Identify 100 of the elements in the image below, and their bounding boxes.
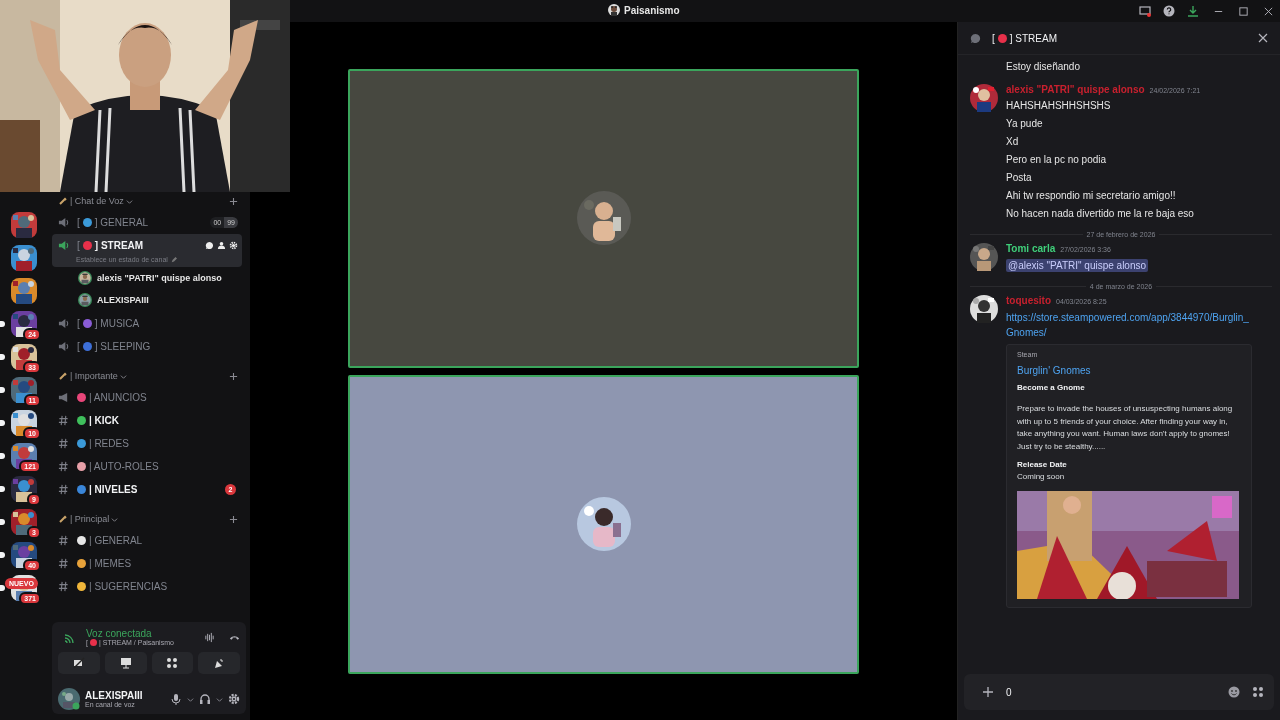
embed-field-value: Coming soon [1017, 472, 1066, 481]
help-icon[interactable] [1163, 5, 1175, 17]
category-name[interactable]: | Principal [70, 514, 110, 524]
voice-user-name[interactable]: alexis "PATRI" quispe alonso [97, 273, 222, 283]
channel-item[interactable]: | KICK [52, 409, 242, 431]
speaker-icon [58, 216, 69, 228]
channel-name: ] GENERAL [94, 216, 149, 228]
speaker-icon [58, 317, 69, 329]
channel-item[interactable]: [ ] MUSICA [52, 312, 242, 334]
hash-icon [58, 557, 69, 569]
apps-icon[interactable] [1252, 686, 1264, 698]
bracket: [ [77, 216, 80, 228]
bracket: [ [77, 340, 80, 352]
embed-heading: Become a Gnome [1017, 383, 1086, 392]
megaphone-icon [58, 391, 69, 403]
screen-icon[interactable] [1139, 5, 1151, 17]
channel-name: | NIVELES [89, 483, 138, 495]
embed-title[interactable]: Burglin' Gnomes [1017, 365, 1241, 376]
hash-icon [58, 437, 69, 449]
chevron-icon [125, 197, 133, 205]
waveform-icon[interactable] [204, 631, 215, 643]
channel-name: ] SLEEPING [94, 340, 151, 352]
add-icon[interactable] [229, 196, 238, 206]
channel-item[interactable]: | SUGERENCIAS [52, 575, 242, 597]
download-icon[interactable] [1187, 5, 1199, 17]
chat-icon[interactable] [205, 240, 214, 250]
emoji-icon [89, 639, 97, 646]
bracket: [ [992, 32, 995, 44]
embed-description: Prepare to invade the houses of unsuspecting humans along with up to 5 friends of your choice. After finding your way in, take anything you want. Human laws don't apply to gnomes! Just try to be stealthy...... [1017, 403, 1234, 453]
add-icon[interactable] [229, 514, 238, 524]
message-text: HAHSHAHSHHSHSHS [1006, 99, 1111, 113]
camera-off-icon [72, 657, 85, 669]
hash-icon [58, 580, 69, 592]
chat-title: ] STREAM [1009, 32, 1057, 44]
message-text: Estoy diseñando [1006, 60, 1080, 74]
chevron-icon [111, 515, 119, 523]
speaker-icon [58, 340, 69, 352]
channel-name: | ANUNCIOS [89, 391, 147, 403]
message-link[interactable]: https://store.steampowered.com/app/3844970/Burglin_Gnomes/ [1006, 310, 1272, 340]
soundboard-button[interactable] [198, 652, 240, 674]
channel-item[interactable]: | MEMES [52, 552, 242, 574]
author-name[interactable]: toquesito [1006, 295, 1051, 306]
channel-item[interactable]: | ANUNCIOS [52, 386, 242, 408]
user-name: ALEXISPAIII [85, 690, 144, 701]
category-icon [58, 371, 68, 381]
channel-name: | MEMES [89, 557, 132, 569]
channel-name: | GENERAL [89, 534, 143, 546]
message-text: No hacen nada divertido me la re baja eso [1006, 207, 1194, 221]
author-name[interactable]: Tomi carla [1006, 243, 1056, 254]
hash-icon [58, 414, 69, 426]
settings-icon[interactable] [228, 693, 240, 705]
hash-icon [58, 460, 69, 472]
screen-share-button[interactable] [104, 652, 147, 674]
channel-item[interactable]: | GENERAL [52, 529, 242, 551]
channel-item[interactable]: | AUTO-ROLES [52, 455, 242, 477]
maximize-icon[interactable] [1238, 5, 1249, 17]
voice-status: Voz conectada [86, 628, 153, 639]
signal-icon [64, 631, 76, 643]
headphones-icon[interactable] [199, 693, 211, 705]
category-name[interactable]: | Importante [70, 371, 118, 381]
close-icon[interactable] [1263, 5, 1274, 17]
hash-icon [58, 534, 69, 546]
message-text: Ahi tw respondio mi secretario amigo!! [1006, 189, 1176, 203]
channel-name: | REDES [89, 437, 129, 449]
bracket: [ [77, 317, 80, 329]
camera-off-button[interactable] [58, 652, 100, 674]
apps-icon [166, 657, 179, 669]
voice-user-name[interactable]: ALEXISPAIII [97, 295, 149, 305]
category-icon [58, 514, 68, 524]
author-name[interactable]: alexis "PATRI" quispe alonso [1006, 84, 1145, 95]
video-tile[interactable] [348, 68, 859, 368]
mention[interactable]: @alexis "PATRI" quispe alonso [1006, 259, 1149, 272]
emoji-icon [997, 33, 1007, 43]
selected-channel[interactable]: [ ] STREAM [52, 234, 242, 256]
message-text: Posta [1006, 171, 1032, 185]
category-icon [58, 196, 68, 206]
chevron-icon[interactable] [216, 695, 223, 703]
channel-item[interactable]: | REDES [52, 432, 242, 454]
channel-name: | AUTO-ROLES [89, 460, 159, 472]
chevron-icon[interactable] [187, 695, 194, 703]
video-tile[interactable] [348, 374, 859, 674]
speaker-icon [58, 239, 69, 251]
message-text: Xd [1006, 135, 1019, 149]
microphone-icon[interactable] [170, 693, 182, 705]
embed-field-name: Release Date [1017, 460, 1068, 469]
add-user-icon[interactable] [217, 240, 226, 250]
close-icon[interactable] [1258, 33, 1268, 43]
chevron-icon [119, 372, 127, 380]
add-icon[interactable] [229, 371, 238, 381]
channel-name: ] STREAM [94, 239, 144, 251]
message-text: Pero en la pc no podia [1006, 153, 1107, 167]
category-name[interactable]: | Chat de Voz [70, 196, 124, 206]
activities-button[interactable] [151, 652, 194, 674]
screen-share-icon [119, 657, 132, 669]
channel-item[interactable]: [ ] SLEEPING [52, 335, 242, 357]
emoji-icon[interactable] [1228, 686, 1240, 698]
message-text: Ya pude [1006, 117, 1043, 131]
hash-icon [58, 483, 69, 495]
channel-name: | SUGERENCIAS [89, 580, 168, 592]
add-icon[interactable] [982, 686, 994, 698]
